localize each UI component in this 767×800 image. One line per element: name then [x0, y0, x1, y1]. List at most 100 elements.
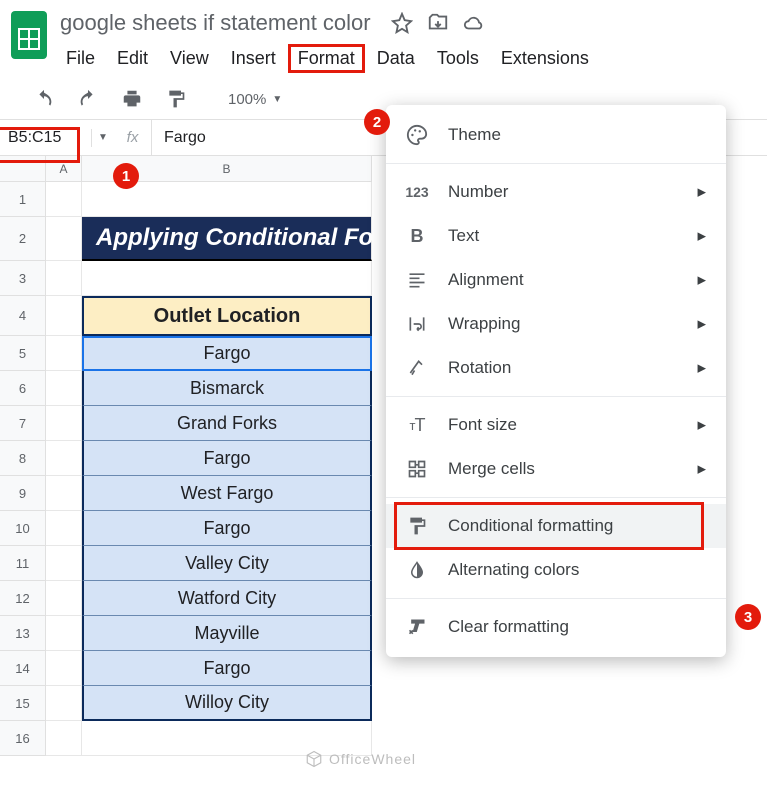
row-header[interactable]: 1 — [0, 182, 46, 217]
fontsize-icon: тT — [404, 412, 430, 438]
menu-label: Alignment — [448, 270, 524, 290]
cell[interactable] — [46, 371, 82, 406]
row-header[interactable]: 12 — [0, 581, 46, 616]
name-box-dropdown[interactable]: ▼ — [92, 132, 114, 143]
row-header[interactable]: 13 — [0, 616, 46, 651]
cell[interactable] — [82, 261, 372, 296]
data-cell[interactable]: Fargo — [82, 651, 372, 686]
paint-roller-icon — [404, 513, 430, 539]
chevron-right-icon: ▸ — [697, 226, 706, 246]
data-cell[interactable]: Valley City — [82, 546, 372, 581]
doc-title[interactable]: google sheets if statement color — [56, 8, 375, 38]
data-cell[interactable]: Fargo — [82, 441, 372, 476]
move-icon[interactable] — [427, 12, 449, 34]
cell[interactable] — [46, 261, 82, 296]
cell[interactable] — [46, 581, 82, 616]
separator — [386, 163, 726, 164]
zoom-select[interactable]: 100% ▼ — [208, 91, 282, 108]
cell[interactable] — [46, 511, 82, 546]
col-header-a[interactable]: A — [46, 156, 82, 182]
header-cell[interactable]: Outlet Location — [82, 296, 372, 336]
formula-input[interactable]: Fargo — [152, 129, 206, 147]
row-header[interactable]: 8 — [0, 441, 46, 476]
menu-insert[interactable]: Insert — [221, 44, 286, 73]
zoom-value: 100% — [228, 91, 266, 108]
chevron-down-icon: ▼ — [272, 94, 282, 105]
menu-item-clear[interactable]: Clear formatting — [386, 605, 726, 649]
data-cell[interactable]: Bismarck — [82, 371, 372, 406]
cloud-icon[interactable] — [463, 12, 485, 34]
menu-item-rotation[interactable]: Rotation ▸ — [386, 346, 726, 390]
menu-item-wrapping[interactable]: Wrapping ▸ — [386, 302, 726, 346]
separator — [386, 497, 726, 498]
menu-tools[interactable]: Tools — [427, 44, 489, 73]
separator — [386, 396, 726, 397]
title-cell[interactable]: Applying Conditional Formatting — [82, 217, 372, 261]
data-cell[interactable]: Grand Forks — [82, 406, 372, 441]
cell[interactable] — [46, 406, 82, 441]
select-all-corner[interactable] — [0, 156, 46, 182]
paint-format-icon[interactable] — [164, 87, 188, 111]
row-header[interactable]: 10 — [0, 511, 46, 546]
menu-data[interactable]: Data — [367, 44, 425, 73]
chevron-right-icon: ▸ — [697, 270, 706, 290]
print-icon[interactable] — [120, 87, 144, 111]
row-header[interactable]: 4 — [0, 296, 46, 336]
menu-item-conditional-formatting[interactable]: Conditional formatting — [386, 504, 726, 548]
name-box-value: B5:C15 — [8, 129, 61, 147]
align-icon — [404, 267, 430, 293]
menu-extensions[interactable]: Extensions — [491, 44, 599, 73]
data-cell[interactable]: Fargo — [82, 511, 372, 546]
separator — [386, 598, 726, 599]
row-header[interactable]: 2 — [0, 217, 46, 261]
cell[interactable] — [46, 296, 82, 336]
cell[interactable] — [46, 686, 82, 721]
menu-item-number[interactable]: 123 Number ▸ — [386, 170, 726, 214]
menu-format[interactable]: Format — [288, 44, 365, 73]
step-badge-3: 3 — [735, 604, 761, 630]
data-cell[interactable]: Mayville — [82, 616, 372, 651]
menu-bar: File Edit View Insert Format Data Tools … — [56, 38, 759, 81]
menu-label: Alternating colors — [448, 560, 579, 580]
rotation-icon — [404, 355, 430, 381]
menu-item-theme[interactable]: Theme — [386, 113, 726, 157]
cell[interactable] — [46, 336, 82, 371]
undo-icon[interactable] — [32, 87, 56, 111]
name-box[interactable]: B5:C15 — [0, 129, 92, 147]
row-header[interactable]: 16 — [0, 721, 46, 756]
cell[interactable] — [46, 476, 82, 511]
row-header[interactable]: 15 — [0, 686, 46, 721]
row-header[interactable]: 9 — [0, 476, 46, 511]
cell[interactable] — [46, 721, 82, 756]
menu-view[interactable]: View — [160, 44, 219, 73]
menu-item-text[interactable]: B Text ▸ — [386, 214, 726, 258]
data-cell[interactable]: Watford City — [82, 581, 372, 616]
menu-file[interactable]: File — [56, 44, 105, 73]
row-header[interactable]: 11 — [0, 546, 46, 581]
menu-item-alignment[interactable]: Alignment ▸ — [386, 258, 726, 302]
menu-edit[interactable]: Edit — [107, 44, 158, 73]
cell[interactable] — [46, 651, 82, 686]
menu-label: Conditional formatting — [448, 516, 613, 536]
row-header[interactable]: 7 — [0, 406, 46, 441]
menu-item-merge[interactable]: Merge cells ▸ — [386, 447, 726, 491]
step-badge-2: 2 — [364, 109, 390, 135]
cell[interactable] — [46, 546, 82, 581]
row-header[interactable]: 6 — [0, 371, 46, 406]
cell[interactable] — [46, 217, 82, 261]
menu-item-alternating[interactable]: Alternating colors — [386, 548, 726, 592]
cell[interactable] — [46, 441, 82, 476]
cell[interactable] — [46, 616, 82, 651]
row-header[interactable]: 5 — [0, 336, 46, 371]
row-header[interactable]: 3 — [0, 261, 46, 296]
row-header[interactable]: 14 — [0, 651, 46, 686]
sheets-logo[interactable] — [8, 8, 50, 62]
data-cell[interactable]: West Fargo — [82, 476, 372, 511]
data-cell[interactable]: Willoy City — [82, 686, 372, 721]
menu-item-fontsize[interactable]: тT Font size ▸ — [386, 403, 726, 447]
bold-icon: B — [404, 223, 430, 249]
star-icon[interactable] — [391, 12, 413, 34]
data-cell[interactable]: Fargo — [82, 336, 372, 371]
redo-icon[interactable] — [76, 87, 100, 111]
cell[interactable] — [46, 182, 82, 217]
